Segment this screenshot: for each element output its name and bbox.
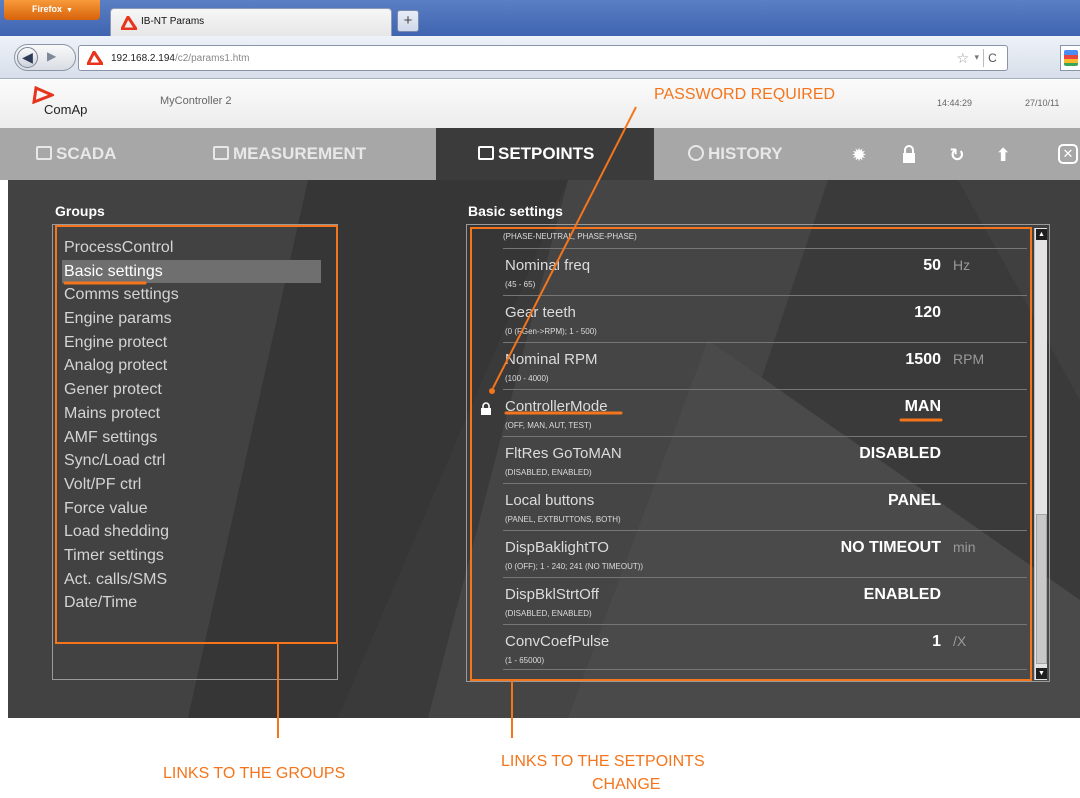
annotation-links-setpoints-line2: CHANGE <box>592 776 661 793</box>
password-pointer-line <box>492 106 637 389</box>
annotation-lines <box>63 106 943 738</box>
annotation-password-required: PASSWORD REQUIRED <box>654 86 836 103</box>
password-pointer-dot <box>489 388 495 394</box>
annotation-links-setpoints-line1: LINKS TO THE SETPOINTS <box>501 753 705 770</box>
annotation-links-groups: LINKS TO THE GROUPS <box>163 765 346 782</box>
